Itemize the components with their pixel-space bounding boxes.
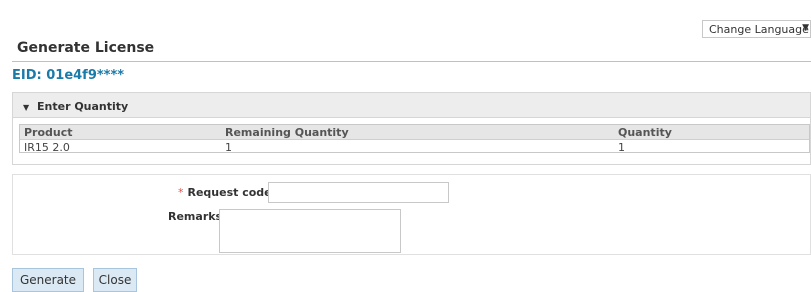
enter-quantity-header[interactable]: ▼ Enter Quantity — [13, 93, 810, 118]
license-form: * Request code: Remarks: — [12, 174, 811, 255]
close-button[interactable]: Close — [93, 268, 137, 292]
required-star-icon: * — [178, 186, 184, 199]
remarks-textarea[interactable] — [219, 209, 401, 253]
remarks-label: Remarks: — [168, 210, 227, 223]
table-header-row: Product Remaining Quantity Quantity — [20, 125, 809, 140]
cell-product: IR15 2.0 — [24, 141, 70, 154]
dropdown-arrow-icon: ▼ — [802, 23, 809, 33]
request-code-input[interactable] — [268, 182, 449, 203]
change-language-label: Change Language — [709, 23, 809, 36]
page-title: Generate License — [17, 40, 155, 56]
cell-remaining-quantity: 1 — [225, 141, 232, 154]
column-header-quantity: Quantity — [618, 126, 672, 139]
enter-quantity-panel: ▼ Enter Quantity Product Remaining Quant… — [12, 92, 811, 165]
column-header-product: Product — [24, 126, 73, 139]
generate-button[interactable]: Generate — [12, 268, 84, 292]
table-row: IR15 2.0 1 1 — [20, 140, 809, 154]
collapse-triangle-icon: ▼ — [23, 103, 30, 112]
change-language-dropdown[interactable]: Change Language ▼ — [702, 20, 811, 38]
enter-quantity-title: Enter Quantity — [37, 100, 129, 113]
title-divider — [12, 61, 811, 62]
column-header-remaining-quantity: Remaining Quantity — [225, 126, 349, 139]
eid-label: EID: 01e4f9**** — [12, 68, 125, 83]
request-code-label: * Request code: — [178, 186, 277, 199]
quantity-table: Product Remaining Quantity Quantity IR15… — [19, 124, 810, 154]
cell-quantity[interactable]: 1 — [618, 141, 625, 154]
